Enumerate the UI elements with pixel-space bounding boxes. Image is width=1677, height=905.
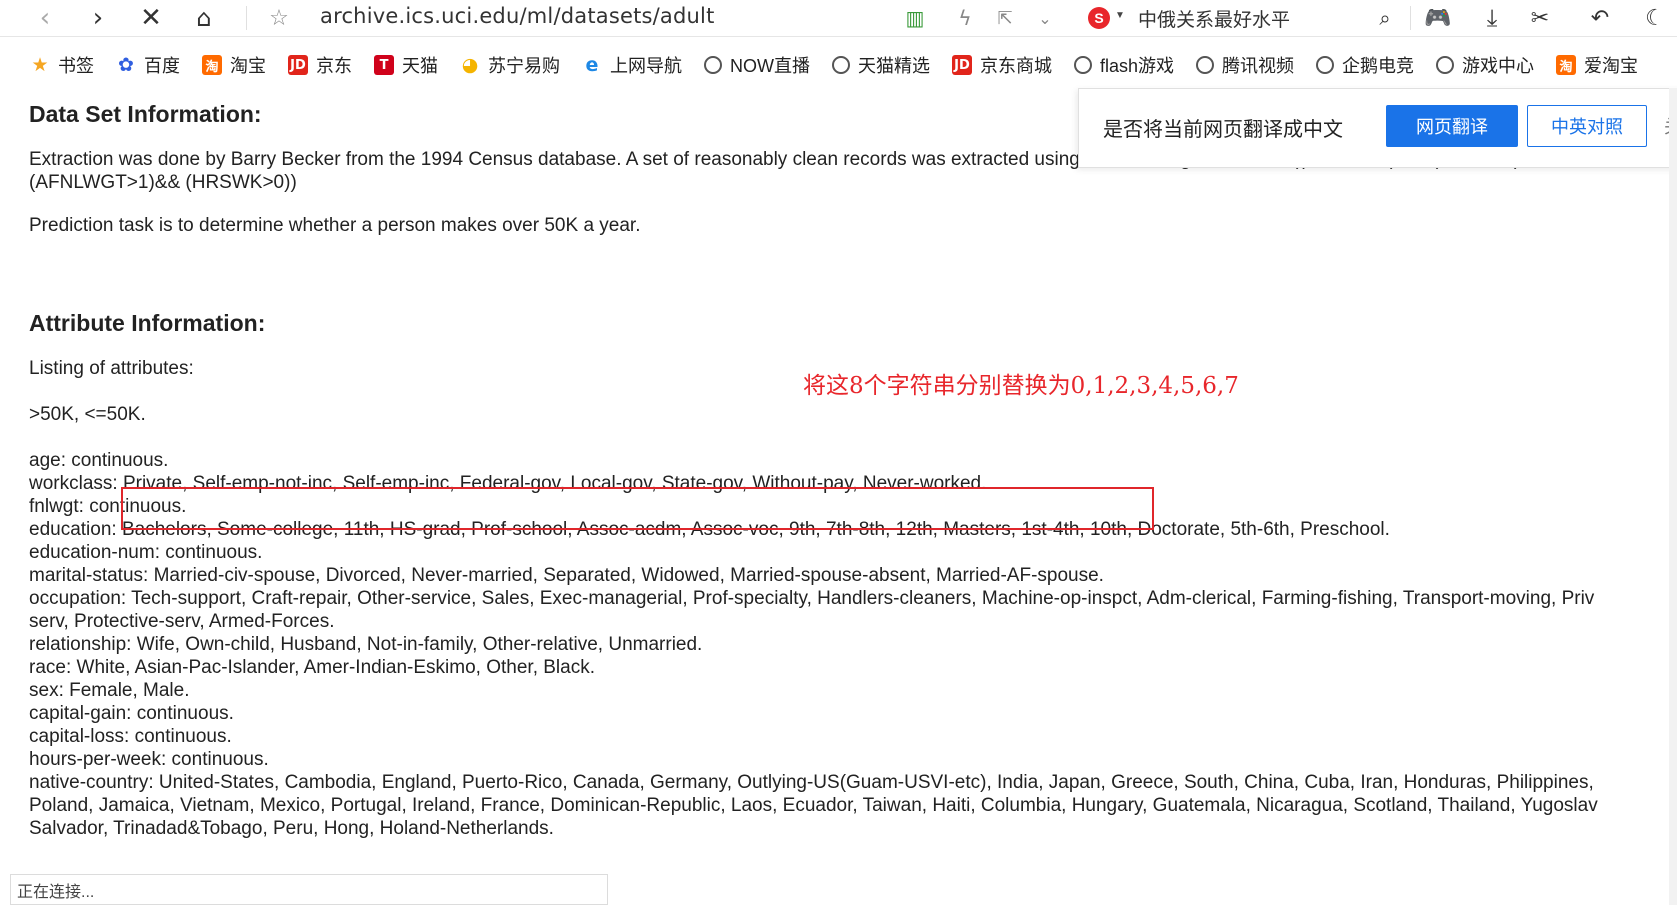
bookmark-label: 天猫精选 [858, 56, 930, 76]
attribute-line: sex: Female, Male. [29, 680, 190, 701]
search-input[interactable]: 中俄关系最好水平 [1138, 5, 1290, 32]
attribute-line: marital-status: Married-civ-spouse, Divo… [29, 565, 1104, 586]
bookmark-label: 上网导航 [610, 56, 682, 76]
browser-toolbar: ‹ › ✕ ⌂ ☆ archive.ics.uci.edu/ml/dataset… [0, 0, 1677, 37]
undo-icon[interactable]: ↶ [1585, 3, 1615, 33]
bookmark-item[interactable]: NOW直播 [704, 52, 810, 78]
section-heading: Attribute Information: [29, 310, 266, 336]
bookmark-label: 京东 [316, 56, 352, 76]
attribute-line: serv, Protective-serv, Armed-Forces. [29, 611, 335, 632]
attribute-line: Poland, Jamaica, Vietnam, Mexico, Portug… [29, 795, 1598, 816]
star-icon[interactable]: ☆ [264, 3, 294, 33]
attribute-line: native-country: United-States, Cambodia,… [29, 772, 1594, 793]
attribute-line: hours-per-week: continuous. [29, 749, 269, 770]
reader-icon[interactable]: ▥ [900, 3, 930, 33]
download-icon[interactable]: ⤓ [1477, 3, 1507, 33]
share-icon[interactable]: ⇱ [990, 3, 1020, 33]
home-icon[interactable]: ⌂ [189, 3, 219, 33]
bookmark-label: 爱淘宝 [1584, 56, 1639, 76]
search-box[interactable]: S ▼ 中俄关系最好水平 [1088, 0, 1408, 36]
attribute-line: race: White, Asian-Pac-Islander, Amer-In… [29, 657, 596, 678]
gamepad-icon[interactable]: 🎮 [1423, 3, 1453, 33]
bookmark-label: 企鹅电竞 [1342, 56, 1415, 76]
highlight-box [121, 487, 1154, 530]
taobao-icon: 淘 [202, 55, 222, 75]
attribute-line: Salvador, Trinadad&Tobago, Peru, Hong, H… [29, 818, 554, 839]
bookmark-label: 游戏中心 [1462, 56, 1535, 76]
bookmark-label: 苏宁易购 [488, 56, 560, 76]
bookmark-label: 淘宝 [230, 56, 266, 76]
bookmark-label: 腾讯视频 [1222, 56, 1295, 76]
ie-icon: e [585, 54, 599, 76]
moon-icon[interactable]: ☾ [1640, 3, 1670, 33]
bookmark-item[interactable]: flash游戏 [1074, 52, 1174, 78]
bookmark-item[interactable]: e 上网导航 [582, 52, 682, 78]
paragraph: >50K, <=50K. [29, 404, 146, 425]
suning-icon: ◕ [461, 54, 479, 76]
back-icon[interactable]: ‹ [30, 3, 60, 33]
bookmark-item[interactable]: T 天猫 [374, 52, 438, 78]
attribute-line: capital-loss: continuous. [29, 726, 232, 747]
bookmark-label: NOW直播 [730, 56, 810, 76]
sogou-icon: S [1088, 7, 1110, 29]
bilingual-button[interactable]: 中英对照 [1527, 105, 1647, 147]
bookmark-item[interactable]: ◕ 苏宁易购 [460, 52, 560, 78]
bookmark-item[interactable]: ★ 书签 [30, 52, 94, 78]
forward-icon[interactable]: › [83, 3, 113, 33]
scrollbar[interactable] [1669, 88, 1677, 905]
globe-icon [1074, 56, 1092, 74]
translate-button[interactable]: 网页翻译 [1386, 105, 1518, 147]
attribute-line: relationship: Wife, Own-child, Husband, … [29, 634, 703, 655]
attribute-line: age: continuous. [29, 450, 169, 471]
tmall-icon: T [374, 55, 394, 75]
translate-bar: 是否将当前网页翻译成中文 网页翻译 中英对照 关 [1078, 88, 1677, 168]
bookmark-item[interactable]: ✿ 百度 [116, 52, 180, 78]
bookmark-item[interactable]: 淘爱淘宝 [1556, 52, 1638, 78]
bookmark-label: 京东商城 [980, 56, 1052, 76]
bookmark-item[interactable]: 天猫精选 [832, 52, 930, 78]
paragraph: Prediction task is to determine whether … [29, 215, 641, 236]
toolbar-divider [1410, 6, 1411, 30]
bookmark-label: 百度 [144, 56, 180, 76]
attribute-line: education-num: continuous. [29, 542, 263, 563]
star-icon: ★ [31, 54, 49, 76]
globe-icon [704, 56, 722, 74]
globe-icon [1316, 56, 1335, 74]
annotation-text: 将这8个字符串分别替换为0,1,2,3,4,5,6,7 [803, 373, 1239, 399]
globe-icon [832, 56, 850, 74]
baidu-icon: ✿ [118, 54, 134, 76]
jd-icon: JD [952, 55, 972, 75]
stop-icon[interactable]: ✕ [136, 3, 166, 33]
search-icon[interactable]: ⌕ [1370, 3, 1400, 33]
chevron-down-icon[interactable]: ▼ [1115, 10, 1125, 21]
bookmark-item[interactable]: 游戏中心 [1436, 52, 1534, 78]
address-bar[interactable]: archive.ics.uci.edu/ml/datasets/adult [320, 4, 715, 28]
bookmark-item[interactable]: 淘淘宝 [202, 52, 266, 78]
bookmark-label: 天猫 [402, 56, 438, 76]
jd-icon: JD [288, 55, 308, 75]
bookmarks-bar: ★ 书签 ✿ 百度淘淘宝 JD 京东 T 天猫 ◕ 苏宁易购 e 上网导航 NOW直播 天猫精选 JD 京东商… [0, 47, 1677, 83]
lightning-icon[interactable]: ϟ [950, 3, 980, 33]
bookmark-item[interactable]: 腾讯视频 [1196, 52, 1294, 78]
bookmark-item[interactable]: JD 京东 [288, 52, 352, 78]
page-content: Data Set Information: Extraction was don… [29, 100, 1677, 840]
translate-question: 是否将当前网页翻译成中文 [1103, 119, 1343, 141]
attribute-line: occupation: Tech-support, Craft-repair, … [29, 588, 1595, 609]
chevron-down-icon[interactable]: ⌄ [1030, 3, 1060, 33]
bookmark-item[interactable]: JD 京东商城 [952, 52, 1052, 78]
bookmark-label: 书签 [58, 56, 94, 76]
bookmark-label: flash游戏 [1100, 56, 1175, 76]
toolbar-divider [246, 6, 247, 30]
attribute-line: capital-gain: continuous. [29, 703, 234, 724]
scissors-icon[interactable]: ✂ [1525, 3, 1555, 33]
bookmark-item[interactable]: 企鹅电竞 [1316, 52, 1414, 78]
taobao-icon: 淘 [1556, 55, 1577, 75]
globe-icon [1436, 56, 1455, 74]
globe-icon [1196, 56, 1215, 74]
status-bar: 正在连接... [10, 874, 608, 905]
